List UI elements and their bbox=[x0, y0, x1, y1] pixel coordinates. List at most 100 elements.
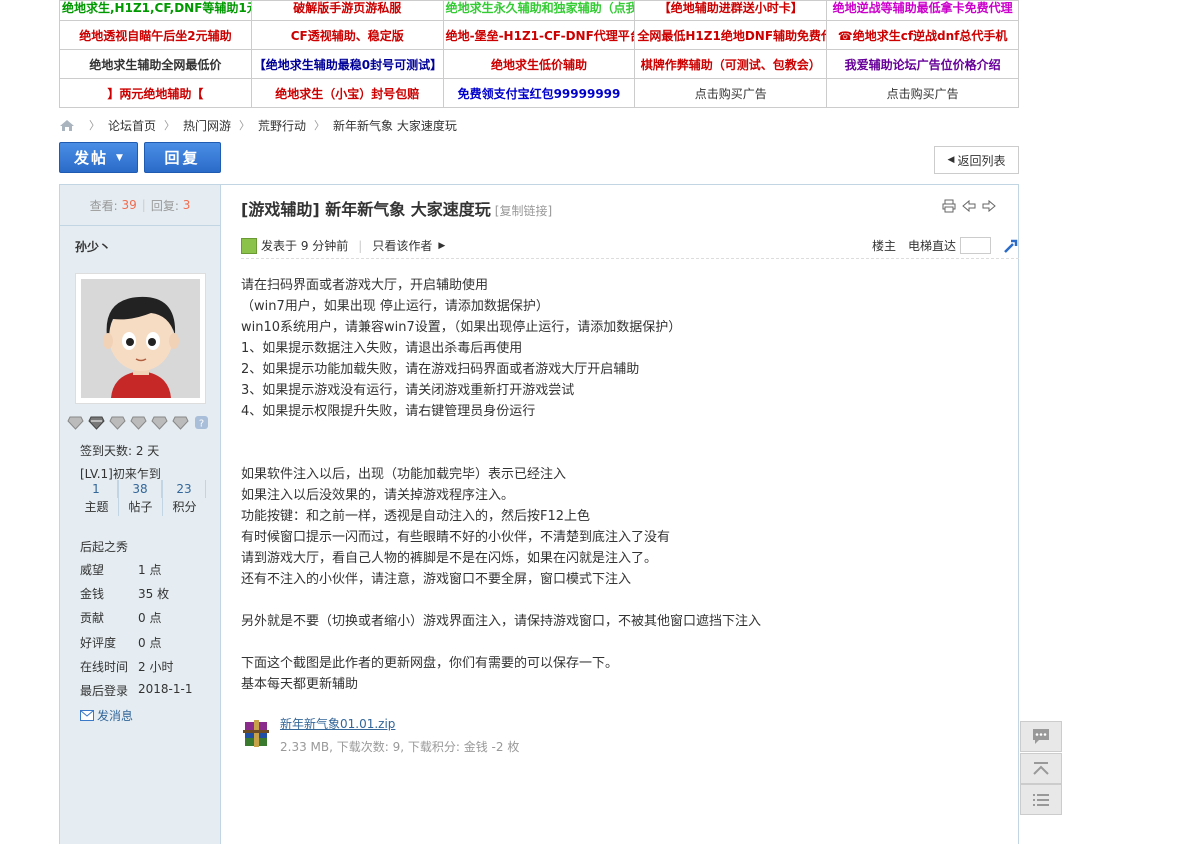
ad-link[interactable]: 绝地求生低价辅助 bbox=[442, 49, 636, 79]
breadcrumb: 〉 论坛首页 〉 热门网游 〉 荒野行动 〉 新年新气象 大家速度玩 bbox=[59, 116, 457, 134]
ad-link[interactable]: 】两元绝地辅助【 bbox=[59, 78, 252, 108]
ad-row: 绝地透视自瞄午后坐2元辅助 CF透视辅助、稳定版 绝地-堡垒-H1Z1-CF-DNF… bbox=[59, 20, 1019, 50]
to-top-icon bbox=[1033, 761, 1049, 775]
breadcrumb-separator: 〉 bbox=[164, 119, 176, 132]
send-message-link[interactable]: 发消息 bbox=[80, 707, 133, 724]
posts-stat[interactable]: 38 帖子 bbox=[119, 480, 163, 516]
field-rating: 好评度 0 点 bbox=[80, 634, 161, 651]
points-label: 积分 bbox=[172, 500, 197, 514]
field-prestige: 威望 1 点 bbox=[80, 561, 161, 578]
post-body: 请在扫码界面或者游戏大厅，开启辅助使用 （win7用户，如果出现 停止运行，请添… bbox=[241, 278, 762, 692]
ad-link[interactable]: 棋牌作弊辅助（可测试、包教会） bbox=[634, 49, 828, 79]
only-author-link[interactable]: 只看该作者 bbox=[372, 237, 432, 254]
diamond-icon bbox=[88, 416, 105, 430]
breadcrumb-separator: 〉 bbox=[314, 119, 326, 132]
stats-divider: | bbox=[141, 198, 146, 212]
back-to-top-button[interactable] bbox=[1020, 753, 1062, 784]
field-value: 2018-1-1 bbox=[138, 682, 193, 696]
print-icon[interactable] bbox=[942, 199, 956, 213]
ad-link[interactable]: 【绝地求生辅助最稳0封号可测试】 bbox=[250, 49, 444, 79]
elevator-label: 电梯直达 bbox=[907, 239, 956, 253]
online-status-icon bbox=[241, 237, 257, 254]
points-count: 23 bbox=[163, 480, 206, 498]
copy-link-button[interactable]: [复制链接] bbox=[495, 204, 552, 218]
go-floor-icon[interactable] bbox=[1003, 238, 1019, 254]
thread-title: [游戏辅助] 新年新气象 大家速度玩 [复制链接] bbox=[241, 196, 552, 220]
next-thread-icon[interactable] bbox=[982, 199, 996, 213]
field-online-time: 在线时间 2 小时 bbox=[80, 658, 173, 675]
ad-row: 】两元绝地辅助【 绝地求生（小宝）封号包赔 免费领支付宝红包99999999 点击购买… bbox=[59, 78, 1019, 108]
breadcrumb-forum-home[interactable]: 论坛首页 bbox=[108, 117, 156, 134]
ad-row: 绝地求生,H1Z1,CF,DNF等辅助1元 破解版手游页游私服 绝地求生永久辅助和独… bbox=[59, 0, 1019, 21]
field-value: 1 点 bbox=[138, 563, 162, 577]
ad-link[interactable]: 我爱辅助论坛广告位价格介绍 bbox=[826, 49, 1019, 79]
points-stat[interactable]: 23 积分 bbox=[163, 480, 206, 516]
thread-stats: 查看: 39 | 回复: 3 bbox=[60, 185, 220, 226]
diamond-icon bbox=[130, 416, 147, 430]
medal-title: 后起之秀 bbox=[80, 540, 129, 554]
post-main: [游戏辅助] 新年新气象 大家速度玩 [复制链接] 发表于 9 分钟前 | 只看该… bbox=[222, 185, 1019, 844]
signin-days: 签到天数: 2 天 bbox=[80, 444, 160, 458]
ad-link[interactable]: 破解版手游页游私服 bbox=[250, 0, 444, 21]
ad-link[interactable]: CF透视辅助、稳定版 bbox=[250, 20, 444, 50]
replies-count: 3 bbox=[182, 198, 191, 212]
diamond-icon bbox=[172, 416, 189, 430]
field-label: 好评度 bbox=[80, 636, 117, 650]
author-sidebar: 查看: 39 | 回复: 3 孙少丶 ? 签到天数: 2 天 [LV.1]初来乍… bbox=[60, 185, 221, 844]
rank-stars: ? bbox=[67, 416, 210, 430]
ad-link[interactable]: 点击购买广告 bbox=[634, 78, 828, 108]
breadcrumb-game[interactable]: 荒野行动 bbox=[258, 117, 306, 134]
back-to-list-button[interactable]: ◀ 返回列表 bbox=[934, 146, 1019, 174]
ad-link[interactable]: 绝地求生永久辅助和独家辅助（点我 bbox=[442, 0, 636, 21]
views-label: 查看: bbox=[89, 198, 118, 213]
ad-link[interactable]: 绝地求生辅助全网最低价 bbox=[59, 49, 252, 79]
field-contribution: 贡献 0 点 bbox=[80, 609, 161, 626]
previous-thread-icon[interactable] bbox=[962, 199, 976, 213]
topics-label: 主题 bbox=[84, 500, 109, 514]
replies-label: 回复: bbox=[150, 198, 179, 213]
field-label: 威望 bbox=[80, 563, 105, 577]
ad-link[interactable]: 绝地-堡垒-H1Z1-CF-DNF代理平台 bbox=[442, 20, 636, 50]
ad-link[interactable]: 绝地透视自瞄午后坐2元辅助 bbox=[59, 20, 252, 50]
new-post-label: 发帖 bbox=[74, 149, 109, 167]
field-label: 最后登录 bbox=[80, 684, 129, 698]
breadcrumb-separator: 〉 bbox=[89, 119, 100, 132]
attachment: 新年新气象01.01.zip 2.33 MB, 下载次数: 9, 下载积分: 金… bbox=[241, 716, 519, 755]
diamond-icon bbox=[151, 416, 168, 430]
new-post-button[interactable]: 发帖 ▼ bbox=[59, 142, 138, 173]
field-value: 0 点 bbox=[138, 636, 162, 650]
attachment-info: 2.33 MB, 下载次数: 9, 下载积分: 金钱 -2 枚 bbox=[280, 740, 520, 754]
topics-stat[interactable]: 1 主题 bbox=[75, 480, 119, 516]
ad-table: 绝地求生,H1Z1,CF,DNF等辅助1元 破解版手游页游私服 绝地求生永久辅助和独… bbox=[59, 0, 1019, 108]
diamond-icon bbox=[67, 416, 84, 430]
ad-link[interactable]: ☎绝地求生cf逆战dnf总代手机 bbox=[826, 20, 1019, 50]
thread-container: 查看: 39 | 回复: 3 孙少丶 ? 签到天数: 2 天 [LV.1]初来乍… bbox=[59, 184, 1019, 844]
field-value: 35 枚 bbox=[138, 587, 170, 601]
avatar[interactable] bbox=[75, 273, 206, 404]
reply-button[interactable]: 回复 bbox=[144, 142, 221, 173]
ad-link[interactable]: 全网最低H1Z1绝地DNF辅助免费代 bbox=[634, 20, 828, 50]
ad-link[interactable]: 绝地求生（小宝）封号包赔 bbox=[250, 78, 444, 108]
ad-link[interactable]: 绝地逆战等辅助最低拿卡免费代理 bbox=[826, 0, 1019, 21]
breadcrumb-thread[interactable]: 新年新气象 大家速度玩 bbox=[333, 117, 457, 134]
ad-link[interactable]: 绝地求生,H1Z1,CF,DNF等辅助1元 bbox=[59, 0, 252, 21]
quick-reply-button[interactable] bbox=[1020, 721, 1062, 752]
author-name[interactable]: 孙少丶 bbox=[75, 238, 111, 255]
thread-title-text: [游戏辅助] 新年新气象 大家速度玩 bbox=[241, 200, 491, 219]
field-label: 贡献 bbox=[80, 611, 105, 625]
floor-jump-input[interactable] bbox=[960, 237, 991, 254]
home-icon[interactable] bbox=[59, 119, 75, 132]
post-time: 发表于 9 分钟前 bbox=[261, 239, 349, 253]
views-count: 39 bbox=[121, 198, 137, 212]
back-to-list-float-button[interactable] bbox=[1020, 784, 1062, 815]
author-counts: 1 主题 38 帖子 23 积分 bbox=[75, 480, 206, 516]
help-icon[interactable]: ? bbox=[193, 416, 210, 430]
field-last-login: 最后登录 2018-1-1 bbox=[80, 682, 192, 699]
post-tools bbox=[942, 199, 996, 213]
ad-link[interactable]: 点击购买广告 bbox=[826, 78, 1019, 108]
comment-icon bbox=[1033, 728, 1049, 744]
attachment-link[interactable]: 新年新气象01.01.zip bbox=[280, 717, 395, 731]
breadcrumb-hot-games[interactable]: 热门网游 bbox=[183, 117, 231, 134]
ad-link[interactable]: 【绝地辅助进群送小时卡】 bbox=[634, 0, 828, 21]
ad-link[interactable]: 免费领支付宝红包99999999 bbox=[442, 78, 636, 108]
